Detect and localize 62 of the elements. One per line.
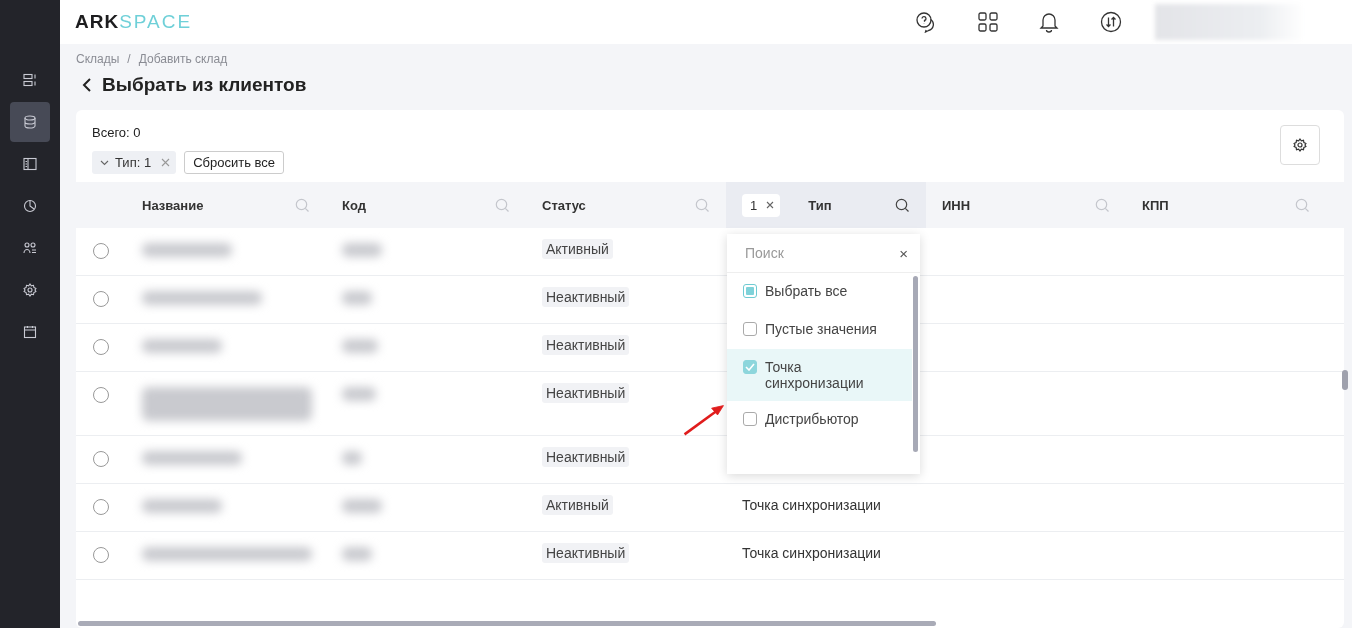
settings-icon [1293,138,1307,152]
clear-button[interactable]: × [899,244,908,262]
status-label: Неактивный [542,335,630,355]
status-label: Активный [542,495,613,515]
filter-chip[interactable]: Тип: 1 [92,151,177,174]
status-label: Неактивный [542,287,630,307]
type-cell: Точка синхронизации [742,545,881,561]
settings-button[interactable] [1280,125,1320,165]
filter-count-chip[interactable]: 1 [742,193,781,217]
filter-chip-label: Тип: 1 [115,155,152,170]
database-icon [23,115,37,129]
close-icon[interactable] [161,158,171,167]
users-icon [23,241,37,255]
blurred-code [342,291,372,305]
column-header[interactable]: Статус [526,182,726,228]
sync-arrows-icon[interactable] [1100,11,1122,33]
vertical-scrollbar[interactable] [1342,370,1348,390]
page-title: Выбрать из клиентов [102,74,307,96]
close-icon[interactable] [766,201,775,209]
sidebar-panel-icon [23,157,37,171]
scrollbar[interactable] [913,276,918,452]
status-label: Неактивный [542,543,630,563]
column-header[interactable]: ИНН [926,182,1126,228]
status-label: Активный [542,239,613,259]
logo[interactable]: ARKSPACE [75,11,915,33]
annotation-arrow [682,402,726,438]
blurred-code [342,387,376,401]
type-cell: Точка синхронизации [742,497,881,513]
reset-all-button[interactable]: Сбросить все [184,151,284,174]
column-header[interactable]: КПП [1126,182,1326,228]
checkbox[interactable] [743,412,757,426]
chevron-down-icon [100,159,109,166]
settings-icon [23,283,37,297]
search-icon[interactable] [895,197,910,213]
total-count: Всего: 0 [92,125,142,140]
apps-grid-icon[interactable] [978,12,998,32]
filter-option[interactable]: Выбрать все [727,273,912,311]
column-header[interactable]: Название [126,182,326,228]
column-header[interactable]: 1 Тип [726,182,926,228]
back-chevron-icon[interactable] [82,77,92,93]
status-label: Неактивный [542,383,630,403]
blurred-code [342,499,382,513]
blurred-code [342,243,382,257]
bell-icon[interactable] [1039,11,1059,33]
blurred-code [342,339,378,353]
column-header[interactable]: Код [326,182,526,228]
horizontal-scrollbar[interactable] [78,621,936,626]
help-chat-icon[interactable] [915,11,937,33]
list-layout-icon [23,73,37,87]
breadcrumb-separator: / [127,52,131,66]
checkbox[interactable] [743,322,757,336]
filter-option[interactable]: Точка синхронизации [727,349,912,401]
status-label: Неактивный [542,447,630,467]
row-radio[interactable] [93,547,109,563]
pie-chart-icon [23,199,37,213]
checkbox[interactable] [743,360,757,374]
filter-option[interactable]: Пустые значения [727,311,912,349]
blurred-code [342,547,372,561]
search-field[interactable]: Поиск × [727,234,920,273]
calendar-icon [23,325,37,339]
blurred-code [342,451,362,465]
filter-option[interactable]: Дистрибьютор [727,401,912,439]
